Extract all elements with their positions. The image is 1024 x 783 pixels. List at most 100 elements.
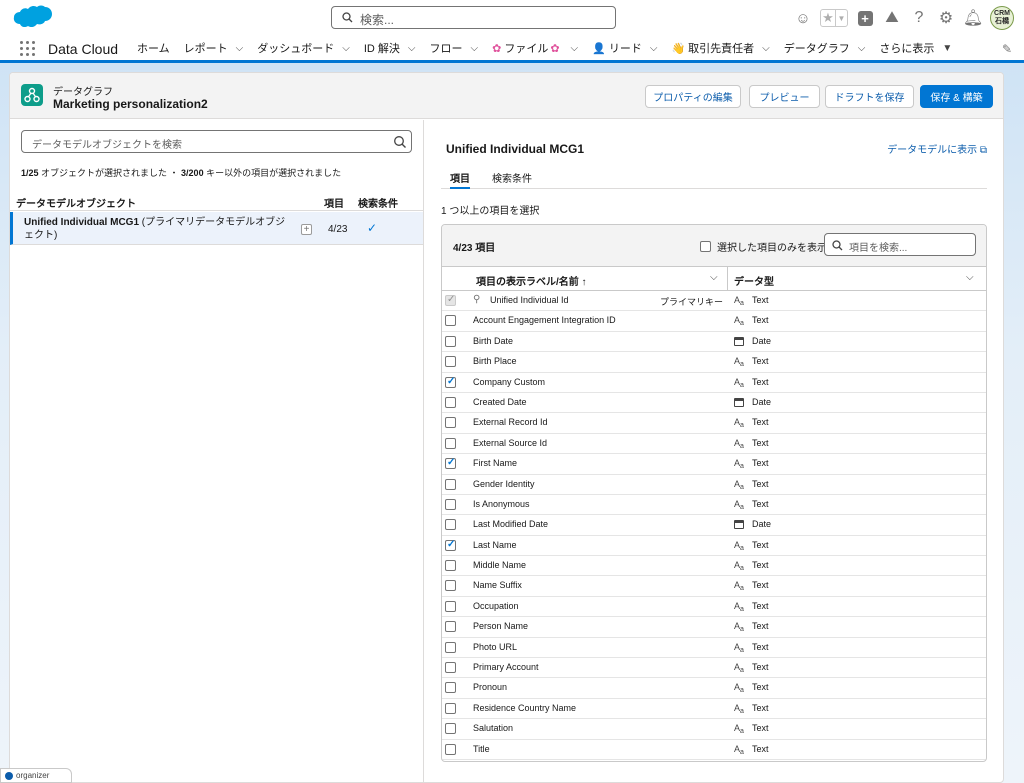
tab-search-criteria[interactable]: 検索条件 [492,170,532,185]
row-checkbox[interactable] [445,621,456,633]
row-checkbox[interactable] [445,315,456,327]
row-checkbox[interactable] [445,376,456,388]
save-and-build-button[interactable]: 保存 & 構築 [920,85,993,108]
table-row[interactable]: Birth Date Date [442,332,986,353]
expand-icon[interactable]: + [301,224,312,235]
table-row[interactable]: Last Name Aa Text [442,536,986,557]
field-type: Text [752,498,769,509]
text-type-icon: Aa [734,315,744,328]
row-checkbox[interactable] [445,702,456,714]
row-checkbox[interactable] [445,335,456,347]
table-row[interactable]: Title Aa Text [442,740,986,760]
row-checkbox[interactable] [445,662,456,674]
table-row[interactable]: External Source Id Aa Text [442,434,986,455]
row-checkbox[interactable] [445,437,456,449]
show-selected-only-box[interactable] [700,241,711,252]
table-row[interactable]: Is Anonymous Aa Text [442,495,986,516]
row-checkbox[interactable] [445,743,456,755]
trailhead-icon[interactable]: ⛰ [882,8,902,28]
row-checkbox[interactable] [445,478,456,490]
nav-item[interactable]: 👋 取引先責任者 ⌵ [671,40,769,56]
table-row[interactable]: Occupation Aa Text [442,597,986,618]
preview-button[interactable]: プレビュー [749,85,820,108]
table-row[interactable]: Middle Name Aa Text [442,556,986,577]
table-row[interactable]: ⚲ Unified Individual Id プライマリキー Aa Text [442,291,986,312]
row-checkbox[interactable] [445,356,456,368]
nav-item[interactable]: フロー ⌵ [430,40,479,56]
field-search-input[interactable]: 項目を検索... [824,233,976,256]
row-checkbox[interactable] [445,417,456,429]
table-row[interactable]: Last Modified Date Date [442,515,986,536]
astro-icon[interactable]: ☺ [793,8,813,28]
object-row-unified-individual[interactable]: Unified Individual MCG1 (プライマリデータモデルオブジェ… [10,212,423,245]
table-row[interactable]: Person Name Aa Text [442,617,986,638]
chevron-down-icon[interactable]: ⌵ [858,43,866,54]
table-row[interactable]: Gender Identity Aa Text [442,475,986,495]
organizer-tab[interactable]: organizer [0,768,72,783]
gear-icon[interactable]: ⚙ [936,8,956,28]
table-row[interactable]: External Record Id Aa Text [442,413,986,434]
salesforce-logo[interactable] [10,4,54,34]
row-checkbox[interactable] [445,723,456,735]
text-type-icon: Aa [734,356,744,369]
nav-item[interactable]: ダッシュボード ⌵ [257,40,350,56]
edit-nav-icon[interactable]: ✎ [1002,42,1012,56]
table-row[interactable]: Primary Account Aa Text [442,658,986,679]
nav-item[interactable]: 👤 リード ⌵ [592,40,657,56]
table-row[interactable]: Photo URL Aa Text [442,638,986,659]
chevron-down-icon[interactable]: ⌵ [571,43,579,54]
nav-item[interactable]: ID 解決 ⌵ [364,40,416,56]
chevron-down-icon[interactable]: ▼ [942,43,952,54]
favorites-button[interactable]: ★ ▼ [820,9,848,27]
nav-item[interactable]: データグラフ ⌵ [784,40,866,56]
table-row[interactable]: Account Engagement Integration ID Aa Text [442,311,986,332]
row-checkbox[interactable] [445,396,456,408]
object-search-input[interactable]: データモデルオブジェクトを検索 [21,130,412,153]
row-checkbox[interactable] [445,519,456,531]
edit-properties-button[interactable]: プロパティの編集 [645,85,741,108]
chevron-down-icon[interactable]: ⌵ [762,43,770,54]
app-launcher-icon[interactable] [20,41,36,57]
nav-item[interactable]: さらに表示 ▼ [879,40,952,56]
nav-item[interactable]: レポート ⌵ [184,40,244,56]
row-checkbox[interactable] [445,600,456,612]
chevron-down-icon[interactable]: ⌵ [408,43,416,54]
chevron-down-icon[interactable]: ⌵ [710,272,718,283]
table-row[interactable]: Created Date Date [442,393,986,414]
show-selected-only-checkbox[interactable]: 選択した項目のみを表示 [700,239,827,254]
table-row[interactable]: Birth Place Aa Text [442,352,986,373]
save-draft-button[interactable]: ドラフトを保存 [825,85,914,108]
row-checkbox[interactable] [445,539,456,551]
help-icon[interactable]: ? [909,8,929,28]
row-checkbox[interactable] [445,580,456,592]
global-search-input[interactable]: 検索... [331,6,616,29]
bell-icon[interactable]: 🔔︎ [963,8,983,28]
table-row[interactable]: First Name Aa Text [442,454,986,475]
table-row[interactable]: Name Suffix Aa Text [442,576,986,597]
row-checkbox[interactable] [445,457,456,470]
col-header-label[interactable]: 項目の表示ラベル/名前 ↑ [476,273,587,288]
chevron-down-icon[interactable]: ⌵ [236,43,244,54]
row-checkbox[interactable] [445,682,456,694]
search-icon[interactable] [393,135,407,149]
table-row[interactable]: Pronoun Aa Text [442,678,986,699]
col-header-type[interactable]: データ型 [734,273,774,288]
row-checkbox[interactable] [445,498,456,510]
nav-item[interactable]: ✿ ファイル ✿ ⌵ [492,40,578,56]
row-checkbox[interactable] [445,641,456,653]
table-row[interactable]: Company Custom Aa Text [442,373,986,393]
table-row[interactable]: Salutation Aa Text [442,719,986,740]
chevron-down-icon[interactable]: ⌵ [471,43,479,54]
tab-fields[interactable]: 項目 [450,170,470,189]
avatar[interactable]: CRM 石橋 [990,6,1014,30]
global-actions-icon[interactable]: + [855,8,875,28]
nav-item[interactable]: ホーム [137,40,170,56]
view-in-data-model-link[interactable]: データモデルに表示 ⧉ [887,141,987,156]
chevron-down-icon[interactable]: ▼ [835,10,847,26]
row-checkbox[interactable] [445,560,456,572]
chevron-down-icon[interactable]: ⌵ [966,272,974,283]
table-row[interactable]: Residence Country Name Aa Text [442,699,986,720]
chevron-down-icon[interactable]: ⌵ [342,43,350,54]
chevron-down-icon[interactable]: ⌵ [650,43,658,54]
star-icon[interactable]: ★ [821,10,835,26]
